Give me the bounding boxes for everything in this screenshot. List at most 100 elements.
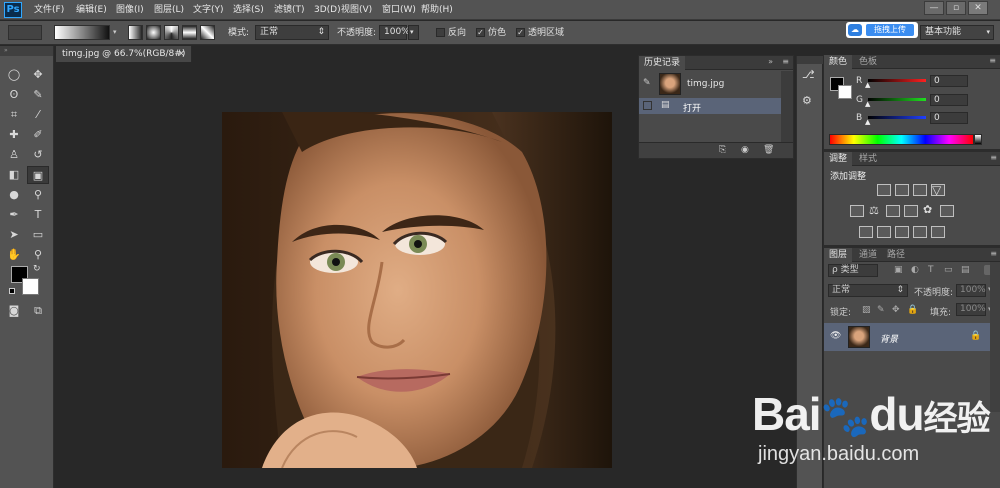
rectangle-tool-icon[interactable]: ▭ bbox=[27, 226, 49, 244]
elliptical-marquee-icon[interactable]: ◯ bbox=[3, 66, 25, 84]
brightness-contrast-icon[interactable] bbox=[877, 184, 891, 196]
channel-r-slider[interactable] bbox=[868, 79, 926, 82]
quick-selection-icon[interactable]: ✎ bbox=[27, 86, 49, 104]
filter-pixel-icon[interactable]: ▣ bbox=[894, 265, 903, 275]
collapse-icon[interactable]: » bbox=[768, 57, 773, 66]
channel-r-input[interactable]: 0 bbox=[930, 75, 968, 87]
diamond-gradient-icon[interactable] bbox=[200, 25, 215, 40]
angle-gradient-icon[interactable] bbox=[164, 25, 179, 40]
mode-select[interactable]: 正常 ⇕ bbox=[255, 25, 329, 40]
tab-channels[interactable]: 通道 bbox=[854, 248, 882, 262]
layer-opacity-input[interactable]: 100% bbox=[956, 284, 986, 297]
menu-filter[interactable]: 滤镜(T) bbox=[274, 3, 305, 17]
gradient-dropdown-icon[interactable]: ▾ bbox=[113, 25, 121, 40]
default-colors-icon[interactable] bbox=[9, 288, 15, 294]
menu-image[interactable]: 图像(I) bbox=[116, 3, 144, 17]
tab-styles[interactable]: 样式 bbox=[854, 152, 882, 166]
vibrance-icon[interactable]: ▽ bbox=[932, 183, 941, 197]
layer-name[interactable]: 背景 bbox=[880, 332, 898, 345]
eraser-icon[interactable]: ◧ bbox=[3, 166, 25, 184]
curves-icon[interactable] bbox=[913, 184, 927, 196]
document-canvas-photo[interactable] bbox=[222, 112, 612, 468]
brush-icon[interactable]: ✐ bbox=[27, 126, 49, 144]
lock-pixels-icon[interactable]: ✎ bbox=[877, 305, 885, 315]
toolbar-collapse-icon[interactable]: » bbox=[0, 46, 53, 56]
close-document-icon[interactable]: × bbox=[177, 46, 185, 62]
path-selection-icon[interactable]: ➤ bbox=[3, 226, 25, 244]
maximize-button[interactable]: ▫ bbox=[946, 1, 966, 15]
posterize-icon[interactable] bbox=[877, 226, 891, 238]
filter-adjustment-icon[interactable]: ◐ bbox=[911, 265, 919, 275]
menu-select[interactable]: 选择(S) bbox=[233, 3, 264, 17]
panel-menu-icon[interactable]: ≡ bbox=[990, 249, 997, 258]
transparency-checkbox[interactable]: ✓ bbox=[516, 28, 525, 37]
panel-menu-icon[interactable]: ≡ bbox=[990, 153, 997, 162]
grayscale-ramp[interactable] bbox=[974, 134, 982, 145]
gradient-map-icon[interactable] bbox=[931, 226, 945, 238]
baidu-upload-button[interactable]: ☁ 拖拽上传 bbox=[846, 22, 918, 38]
menu-view[interactable]: 视图(V) bbox=[341, 3, 372, 17]
tab-swatches[interactable]: 色板 bbox=[854, 55, 882, 69]
hue-saturation-icon[interactable] bbox=[850, 205, 864, 217]
close-button[interactable]: ✕ bbox=[968, 1, 988, 15]
channel-g-slider[interactable] bbox=[868, 98, 926, 101]
healing-brush-icon[interactable]: ✚ bbox=[3, 126, 25, 144]
gradient-tool-icon[interactable]: ▣ bbox=[27, 166, 49, 184]
threshold-icon[interactable] bbox=[895, 226, 909, 238]
tab-history[interactable]: 历史记录 bbox=[639, 56, 686, 70]
move-tool-icon[interactable]: ✥ bbox=[27, 66, 49, 84]
layers-scrollbar[interactable] bbox=[990, 262, 1000, 412]
layer-row[interactable]: 👁 背景 🔒 bbox=[824, 323, 1000, 351]
crop-icon[interactable]: ⌗ bbox=[3, 106, 25, 124]
selective-color-icon[interactable] bbox=[913, 226, 927, 238]
reflected-gradient-icon[interactable] bbox=[182, 25, 197, 40]
swap-colors-icon[interactable]: ↻ bbox=[33, 264, 41, 274]
clone-stamp-icon[interactable]: ♙ bbox=[3, 146, 25, 164]
gradient-tool-preset-icon[interactable] bbox=[8, 25, 42, 40]
filter-smart-object-icon[interactable]: ▤ bbox=[961, 265, 970, 275]
properties-panel-icon[interactable]: ⚙ bbox=[802, 94, 812, 107]
opacity-dropdown-icon[interactable]: ▾ bbox=[408, 25, 419, 40]
new-document-from-state-icon[interactable]: ⎘ bbox=[719, 145, 726, 155]
menu-file[interactable]: 文件(F) bbox=[34, 3, 64, 17]
blend-mode-select[interactable]: 正常 ⇕ bbox=[828, 284, 908, 297]
color-background-swatch[interactable] bbox=[838, 85, 852, 99]
invert-icon[interactable] bbox=[859, 226, 873, 238]
camera-icon[interactable]: ◉ bbox=[741, 145, 749, 155]
slider-thumb-icon[interactable]: ▲ bbox=[865, 81, 870, 89]
hand-tool-icon[interactable]: ✋ bbox=[3, 246, 25, 264]
pen-icon[interactable]: ✒ bbox=[3, 206, 25, 224]
menu-layer[interactable]: 图层(L) bbox=[154, 3, 184, 17]
visibility-eye-icon[interactable]: 👁 bbox=[830, 331, 841, 341]
color-balance-icon[interactable]: ⚖ bbox=[869, 204, 879, 217]
history-step-checkbox[interactable] bbox=[643, 101, 652, 110]
filter-shape-icon[interactable]: ▭ bbox=[944, 265, 953, 275]
lasso-icon[interactable]: ʘ bbox=[3, 86, 25, 104]
minimize-button[interactable]: — bbox=[924, 1, 944, 15]
lock-position-icon[interactable]: ✥ bbox=[892, 305, 900, 315]
menu-3d[interactable]: 3D(D) bbox=[314, 3, 341, 17]
photo-filter-icon[interactable] bbox=[904, 205, 918, 217]
channel-g-input[interactable]: 0 bbox=[930, 94, 968, 106]
lock-all-icon[interactable]: 🔒 bbox=[907, 305, 918, 315]
tab-layers[interactable]: 图层 bbox=[824, 248, 853, 262]
screen-mode-icon[interactable]: ⧉ bbox=[27, 302, 49, 320]
history-scrollbar[interactable] bbox=[781, 71, 793, 143]
tab-color[interactable]: 颜色 bbox=[824, 55, 853, 69]
fill-input[interactable]: 100% bbox=[956, 303, 986, 316]
history-brush-icon[interactable]: ↺ bbox=[27, 146, 49, 164]
slider-thumb-icon[interactable]: ▲ bbox=[865, 118, 870, 126]
menu-help[interactable]: 帮助(H) bbox=[421, 3, 453, 17]
filter-type-icon[interactable]: T bbox=[928, 265, 934, 275]
blur-icon[interactable]: ● bbox=[3, 186, 25, 204]
trash-icon[interactable]: 🗑 bbox=[763, 145, 774, 155]
color-spectrum-ramp[interactable] bbox=[829, 134, 974, 145]
tab-paths[interactable]: 路径 bbox=[882, 248, 910, 262]
workspace-select[interactable]: 基本功能 ▾ bbox=[920, 25, 994, 40]
eyedropper-icon[interactable]: ⁄ bbox=[27, 106, 49, 124]
reverse-checkbox[interactable] bbox=[436, 28, 445, 37]
radial-gradient-icon[interactable] bbox=[146, 25, 161, 40]
history-panel-icon[interactable]: ⎇ bbox=[802, 68, 815, 81]
zoom-tool-icon[interactable]: ⚲ bbox=[27, 246, 49, 264]
channel-b-input[interactable]: 0 bbox=[930, 112, 968, 124]
